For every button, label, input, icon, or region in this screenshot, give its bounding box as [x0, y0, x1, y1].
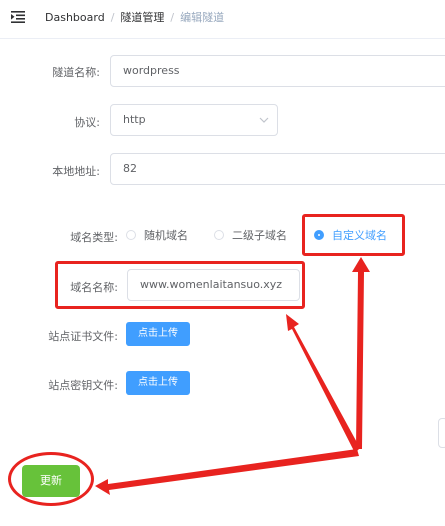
red-arrow	[286, 314, 360, 453]
red-arrow	[352, 257, 370, 449]
red-arrow	[95, 449, 359, 495]
annotation-arrows	[95, 257, 370, 495]
